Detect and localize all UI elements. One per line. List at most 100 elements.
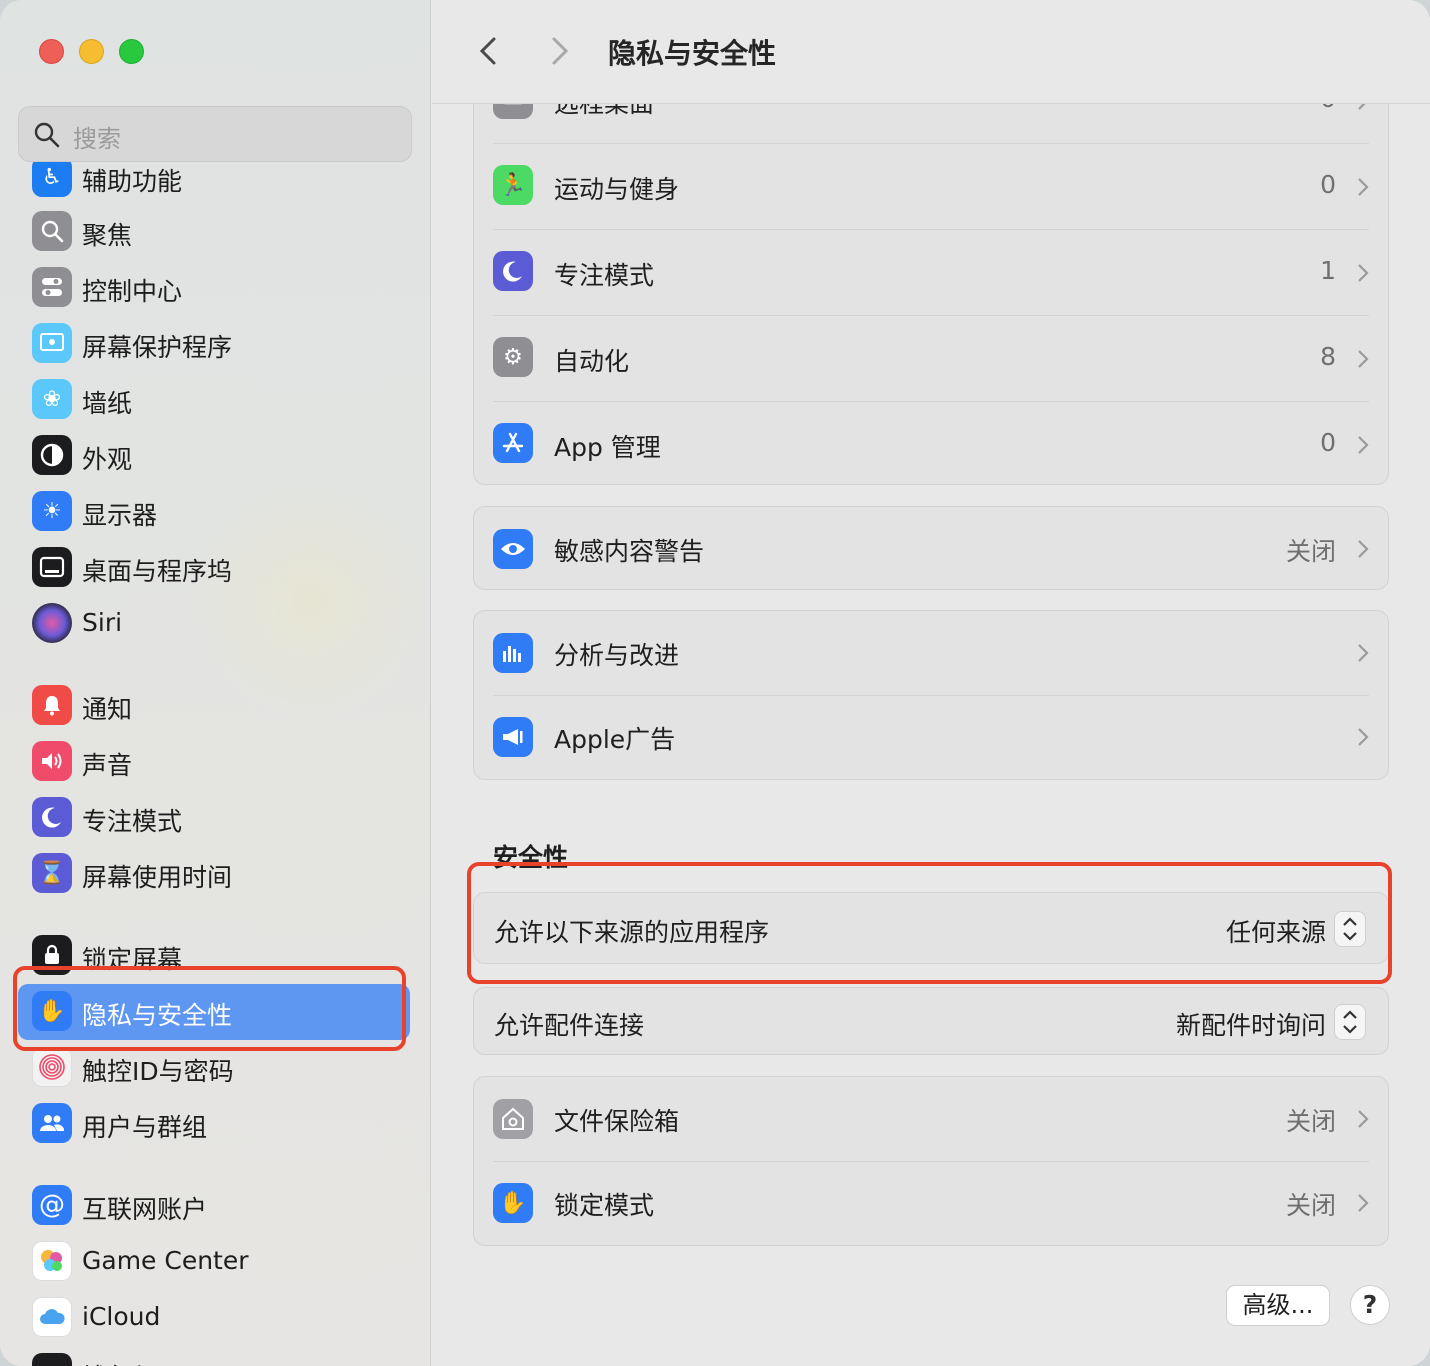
row-fitness[interactable]: 🏃 运动与健身 0 — [474, 143, 1388, 229]
sidebar-item-screensaver[interactable]: 屏幕保护程序 — [18, 316, 410, 372]
sidebar-item-icloud[interactable]: iCloud — [18, 1290, 410, 1346]
chevron-right-icon — [1358, 264, 1369, 282]
sidebar-item-lock-screen[interactable]: 锁定屏幕 — [18, 928, 410, 984]
sidebar-item-label: 互联网账户 — [82, 1195, 208, 1224]
row-sensitive-content[interactable]: 敏感内容警告 关闭 — [474, 507, 1388, 593]
toolbar: 隐私与安全性 — [432, 0, 1430, 104]
row-label: 敏感内容警告 — [554, 537, 705, 566]
sidebar-item-internet-accounts[interactable]: @ 互联网账户 — [18, 1178, 410, 1234]
row-lockdown-mode[interactable]: ✋ 锁定模式 关闭 — [474, 1161, 1388, 1247]
sidebar-item-dock[interactable]: 桌面与程序坞 — [18, 540, 410, 596]
sidebar-item-game-center[interactable]: Game Center — [18, 1234, 410, 1290]
siri-icon — [32, 603, 72, 643]
sidebar-item-spotlight[interactable]: 聚焦 — [18, 204, 410, 260]
screen-time-icon: ⌛ — [32, 853, 72, 893]
accessibility-icon: ♿ — [32, 162, 72, 197]
sidebar-item-privacy-security[interactable]: ✋ 隐私与安全性 — [18, 984, 410, 1040]
chevron-right-icon — [1358, 1110, 1369, 1128]
fitness-icon: 🏃 — [493, 165, 533, 205]
row-label: 文件保险箱 — [554, 1107, 680, 1136]
search-input[interactable]: 搜索 — [18, 106, 412, 162]
sidebar-item-appearance[interactable]: 外观 — [18, 428, 410, 484]
sensitive-content-group: 敏感内容警告 关闭 — [473, 506, 1389, 590]
focus-icon — [32, 797, 72, 837]
row-focus[interactable]: 专注模式 1 — [474, 229, 1388, 315]
chevron-right-icon — [1358, 350, 1369, 368]
sidebar-item-label: 屏幕使用时间 — [82, 863, 233, 892]
sidebar-item-sound[interactable]: 声音 — [18, 734, 410, 790]
sidebar-item-label: 屏幕保护程序 — [82, 333, 233, 362]
lockdown-hand-icon: ✋ — [493, 1183, 533, 1223]
sidebar-item-label: 隐私与安全性 — [82, 1001, 233, 1030]
sidebar-item-users-groups[interactable]: 用户与群组 — [18, 1096, 410, 1152]
row-apple-ads[interactable]: Apple广告 — [474, 695, 1388, 781]
chevron-right-icon — [1358, 178, 1369, 196]
row-value: 关闭 — [1285, 1191, 1336, 1220]
allow-apps-popup-value[interactable]: 任何来源 — [1226, 913, 1326, 949]
chevron-right-icon — [1358, 436, 1369, 454]
close-window-button[interactable] — [39, 39, 64, 64]
sidebar: 搜索 ♿ 辅助功能 聚焦 控制中心 屏幕保护程序 ❀ 墙纸 外观 ☀ 显示器 桌… — [0, 0, 431, 1366]
sidebar-item-label: 锁定屏幕 — [82, 945, 183, 974]
row-automation[interactable]: ⚙ 自动化 8 — [474, 315, 1388, 401]
sidebar-item-wallpaper[interactable]: ❀ 墙纸 — [18, 372, 410, 428]
sidebar-item-label: 墙纸 — [82, 389, 133, 418]
row-value: 1 — [1320, 256, 1336, 285]
automation-gears-icon: ⚙ — [493, 337, 533, 377]
sidebar-item-label: 用户与群组 — [82, 1113, 208, 1142]
analytics-group: 分析与改进 Apple广告 — [473, 610, 1389, 780]
spotlight-icon — [32, 211, 72, 251]
sidebar-item-siri[interactable]: Siri — [18, 596, 410, 652]
forward-chevron-icon[interactable] — [542, 33, 578, 69]
search-placeholder: 搜索 — [73, 125, 121, 153]
accessories-popup-value[interactable]: 新配件时询问 — [1176, 1006, 1326, 1042]
accessories-popup-button[interactable] — [1334, 1004, 1366, 1040]
sidebar-item-touch-id[interactable]: 触控ID与密码 — [18, 1040, 410, 1096]
advanced-button[interactable]: 高级... — [1226, 1285, 1330, 1326]
row-app-management[interactable]: App 管理 0 — [474, 401, 1388, 487]
sidebar-item-label: 聚焦 — [82, 221, 133, 250]
sidebar-item-label: Game Center — [82, 1246, 249, 1275]
minimize-window-button[interactable] — [79, 39, 104, 64]
analytics-chart-icon — [493, 633, 533, 673]
game-center-icon — [32, 1241, 72, 1281]
sidebar-item-label: 外观 — [82, 445, 133, 474]
sidebar-item-label: 钱包与Apple Pay — [82, 1358, 280, 1366]
back-chevron-icon[interactable] — [472, 33, 508, 69]
control-center-icon — [32, 267, 72, 307]
sidebar-item-screen-time[interactable]: ⌛ 屏幕使用时间 — [18, 846, 410, 902]
sidebar-item-focus[interactable]: 专注模式 — [18, 790, 410, 846]
sidebar-item-label: Siri — [82, 608, 123, 637]
app-store-icon — [493, 423, 533, 463]
row-value: 8 — [1320, 342, 1336, 371]
notifications-icon — [32, 685, 72, 725]
sidebar-item-accessibility[interactable]: ♿ 辅助功能 — [18, 162, 410, 206]
sidebar-item-label: 通知 — [82, 695, 133, 724]
row-value: 关闭 — [1285, 1107, 1336, 1136]
sidebar-item-label: 显示器 — [82, 501, 158, 530]
row-label: App 管理 — [554, 433, 661, 462]
sensitive-eye-icon — [493, 529, 533, 569]
sidebar-item-label: iCloud — [82, 1302, 161, 1331]
row-label: 允许配件连接 — [494, 1011, 645, 1040]
sidebar-item-label: 控制中心 — [82, 277, 183, 306]
filevault-house-icon — [493, 1099, 533, 1139]
up-down-chevron-icon — [1343, 917, 1357, 941]
chevron-right-icon — [1358, 644, 1369, 662]
zoom-window-button[interactable] — [119, 39, 144, 64]
row-analytics[interactable]: 分析与改进 — [474, 611, 1388, 697]
row-label: 自动化 — [554, 347, 630, 376]
sidebar-item-wallet[interactable]: 钱包与Apple Pay — [18, 1346, 410, 1366]
chevron-right-icon — [1358, 728, 1369, 746]
chevron-right-icon — [1358, 1194, 1369, 1212]
allow-apps-popup-button[interactable] — [1334, 911, 1366, 947]
row-value: 关闭 — [1285, 537, 1336, 566]
sidebar-item-control-center[interactable]: 控制中心 — [18, 260, 410, 316]
row-label: 分析与改进 — [554, 641, 680, 670]
chevron-right-icon — [1358, 540, 1369, 558]
sidebar-item-display[interactable]: ☀ 显示器 — [18, 484, 410, 540]
sidebar-item-label: 触控ID与密码 — [82, 1057, 234, 1086]
help-button[interactable]: ? — [1350, 1285, 1390, 1325]
sidebar-item-notifications[interactable]: 通知 — [18, 678, 410, 734]
row-filevault[interactable]: 文件保险箱 关闭 — [474, 1077, 1388, 1163]
